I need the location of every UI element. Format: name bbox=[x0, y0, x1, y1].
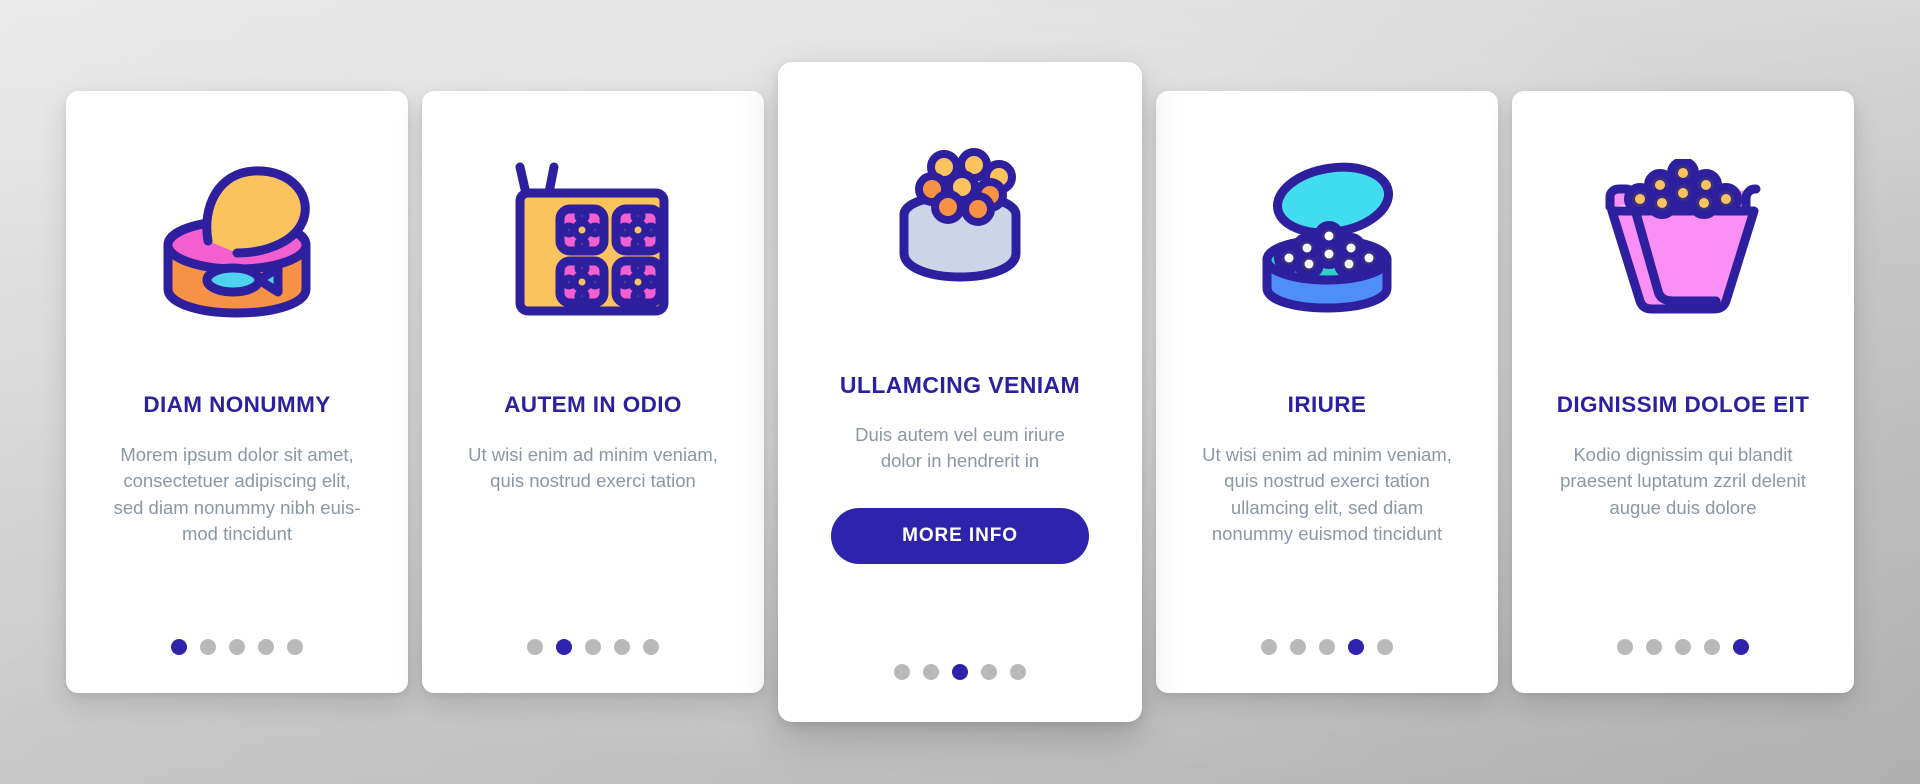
pagination-dot-3[interactable] bbox=[952, 664, 968, 680]
caviar-bowl-icon bbox=[802, 62, 1118, 372]
onboarding-card-1[interactable]: DIAM NONUMMY Morem ipsum dolor sit amet,… bbox=[66, 91, 408, 693]
card-title: DIGNISSIM DOLOE EIT bbox=[1556, 392, 1810, 417]
card-title: ULLAMCING VENIAM bbox=[839, 372, 1081, 398]
more-info-button[interactable]: MORE INFO bbox=[831, 508, 1089, 565]
pagination-dot-1[interactable] bbox=[1617, 639, 1633, 655]
pagination-dots[interactable] bbox=[1512, 639, 1854, 655]
pagination-dots[interactable] bbox=[66, 639, 408, 655]
pagination-dots[interactable] bbox=[1156, 639, 1498, 655]
pagination-dot-5[interactable] bbox=[1377, 639, 1393, 655]
onboarding-card-3-featured[interactable]: ULLAMCING VENIAM Duis autem vel eum iriu… bbox=[778, 62, 1142, 722]
onboarding-card-5[interactable]: DIGNISSIM DOLOE EIT Kodio dignissim qui … bbox=[1512, 91, 1854, 693]
pagination-dot-1[interactable] bbox=[894, 664, 910, 680]
pagination-dot-4[interactable] bbox=[614, 639, 630, 655]
caviar-tin-open-icon bbox=[1180, 91, 1474, 391]
card-body-text: Kodio dignissim qui blandit praesent lup… bbox=[1560, 444, 1806, 518]
canned-fish-tin-icon bbox=[90, 91, 384, 391]
pagination-dots[interactable] bbox=[422, 639, 764, 655]
pagination-dot-2[interactable] bbox=[923, 664, 939, 680]
pagination-dot-5[interactable] bbox=[287, 639, 303, 655]
card-title: DIAM NONUMMY bbox=[143, 392, 331, 417]
card-body-text: Ut wisi enim ad minim veniam, quis nostr… bbox=[1202, 444, 1452, 544]
sushi-bento-box-icon bbox=[446, 91, 740, 391]
pagination-dot-5[interactable] bbox=[1733, 639, 1749, 655]
pagination-dot-1[interactable] bbox=[171, 639, 187, 655]
card-title: AUTEM IN ODIO bbox=[504, 392, 682, 417]
pagination-dot-4[interactable] bbox=[1704, 639, 1720, 655]
card-body-text: Morem ipsum dolor sit amet, consectetuer… bbox=[113, 444, 361, 544]
pagination-dot-4[interactable] bbox=[258, 639, 274, 655]
pagination-dot-3[interactable] bbox=[1319, 639, 1335, 655]
pagination-dot-4[interactable] bbox=[981, 664, 997, 680]
caviar-bucket-icon bbox=[1536, 91, 1830, 391]
pagination-dot-1[interactable] bbox=[527, 639, 543, 655]
card-body-text: Duis autem vel eum iriure dolor in hendr… bbox=[855, 423, 1065, 471]
pagination-dot-2[interactable] bbox=[556, 639, 572, 655]
pagination-dot-2[interactable] bbox=[1646, 639, 1662, 655]
pagination-dot-4[interactable] bbox=[1348, 639, 1364, 655]
pagination-dot-5[interactable] bbox=[1010, 664, 1026, 680]
onboarding-card-4[interactable]: IRIURE Ut wisi enim ad minim veniam, qui… bbox=[1156, 91, 1498, 693]
pagination-dot-5[interactable] bbox=[643, 639, 659, 655]
pagination-dot-2[interactable] bbox=[200, 639, 216, 655]
onboarding-card-row: DIAM NONUMMY Morem ipsum dolor sit amet,… bbox=[0, 0, 1920, 784]
pagination-dot-3[interactable] bbox=[1675, 639, 1691, 655]
pagination-dot-2[interactable] bbox=[1290, 639, 1306, 655]
pagination-dot-3[interactable] bbox=[229, 639, 245, 655]
card-title: IRIURE bbox=[1287, 392, 1367, 417]
pagination-dots[interactable] bbox=[778, 664, 1142, 680]
card-body-text: Ut wisi enim ad minim veniam, quis nostr… bbox=[468, 444, 718, 492]
onboarding-card-2[interactable]: AUTEM IN ODIO Ut wisi enim ad minim veni… bbox=[422, 91, 764, 693]
pagination-dot-1[interactable] bbox=[1261, 639, 1277, 655]
pagination-dot-3[interactable] bbox=[585, 639, 601, 655]
